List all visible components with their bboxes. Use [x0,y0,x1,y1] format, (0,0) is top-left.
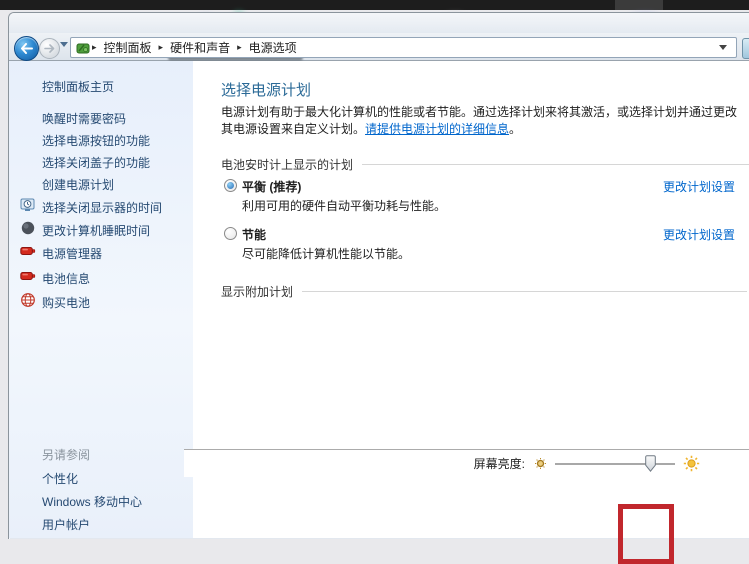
sidebar-item-require-password[interactable]: 唤醒时需要密码 [42,110,126,127]
power-saver-plan-description: 尽可能降低计算机性能以节能。 [242,245,410,262]
sidebar: 控制面板主页 唤醒时需要密码 选择电源按钮的功能 选择关闭盖子的功能 创建电源计… [9,61,193,538]
brightness-slider[interactable] [555,463,675,465]
battery-red-icon [20,268,36,284]
battery-red-icon [20,243,36,259]
background-tab-hint [615,0,663,10]
forward-arrow-icon [44,44,55,53]
battery-meter-group-header: 电池安时计上显示的计划 [221,156,749,173]
plan-details-link[interactable]: 请提供电源计划的详细信息 [365,122,509,136]
group-divider [362,164,749,165]
power-saver-plan-name[interactable]: 节能 [242,226,266,243]
balanced-plan-name[interactable]: 平衡 (推荐) [242,178,301,195]
annotation-red-rectangle [618,504,674,564]
breadcrumb-separator-icon: ▸ [235,42,244,53]
brightness-slider-thumb[interactable] [645,455,656,472]
sidebar-item-lid-close[interactable]: 选择关闭盖子的功能 [42,154,150,171]
balanced-plan-description: 利用可用的硬件自动平衡功耗与性能。 [242,197,446,214]
refresh-button-partial[interactable] [742,38,749,59]
forward-button[interactable] [39,38,60,59]
breadcrumb-control-panel[interactable]: 控制面板 [99,39,157,56]
brightness-bright-icon [683,455,700,472]
sidebar-item-buy-battery[interactable]: 购买电池 [42,294,90,311]
sidebar-item-control-panel-home[interactable]: 控制面板主页 [42,78,114,95]
description-suffix: 。 [509,122,521,136]
sidebar-item-user-accounts[interactable]: 用户帐户 [42,516,90,533]
sidebar-item-power-manager[interactable]: 电源管理器 [42,245,102,262]
sidebar-item-personalization[interactable]: 个性化 [42,470,78,487]
back-button[interactable] [14,36,39,61]
sidebar-item-sleep-time[interactable]: 更改计算机睡眠时间 [42,222,150,239]
group-divider [302,291,747,292]
additional-plans-row: 显示附加计划 [221,283,749,300]
sidebar-item-create-plan[interactable]: 创建电源计划 [42,176,114,193]
additional-plans-label: 显示附加计划 [221,283,293,300]
brightness-label: 屏幕亮度: [474,455,525,472]
sidebar-item-power-buttons[interactable]: 选择电源按钮的功能 [42,132,150,149]
page-title: 选择电源计划 [221,79,311,100]
breadcrumb-power-options[interactable]: 电源选项 [244,39,302,56]
brightness-panel: 屏幕亮度: [184,449,749,477]
breadcrumb-hardware-sound[interactable]: 硬件和声音 [165,39,235,56]
power-saver-radio[interactable] [224,227,237,240]
recent-pages-dropdown-icon[interactable] [60,42,68,47]
globe-red-icon [20,292,36,308]
balanced-radio[interactable] [224,179,237,192]
back-arrow-icon [20,43,33,54]
power-options-icon [76,41,90,55]
sidebar-item-mobility-center[interactable]: Windows 移动中心 [42,493,142,510]
see-also-header: 另请参阅 [42,446,90,463]
battery-meter-group-label: 电池安时计上显示的计划 [221,156,353,173]
sleep-moon-icon [20,220,36,236]
sidebar-item-battery-info[interactable]: 电池信息 [42,270,90,287]
display-clock-icon [20,197,36,213]
breadcrumb-separator-icon: ▸ [90,42,99,53]
brightness-dim-icon [534,457,547,470]
page-description: 电源计划有助于最大化计算机的性能或者节能。通过选择计划来将其激活，或选择计划并通… [221,104,743,138]
address-bar[interactable]: ▸ 控制面板 ▸ 硬件和声音 ▸ 电源选项 [70,37,737,58]
power-saver-change-settings-link[interactable]: 更改计划设置 [663,226,735,243]
address-dropdown-icon[interactable] [719,45,727,50]
breadcrumb-separator-icon: ▸ [157,42,166,53]
balanced-change-settings-link[interactable]: 更改计划设置 [663,178,735,195]
window-titlebar [9,13,749,33]
sidebar-item-display-off-time[interactable]: 选择关闭显示器的时间 [42,199,162,216]
